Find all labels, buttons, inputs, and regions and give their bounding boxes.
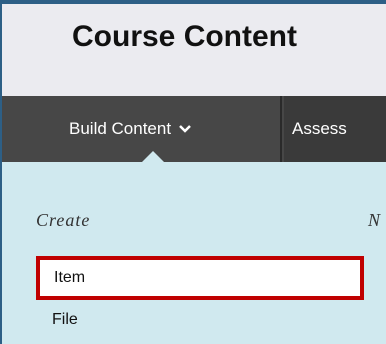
page-title: Course Content: [72, 20, 297, 53]
build-content-label: Build Content: [69, 119, 172, 138]
toolbar-divider: [280, 96, 282, 162]
menu-item-file[interactable]: File: [52, 311, 78, 329]
second-section-heading: N: [368, 210, 381, 230]
page-header: Course Content: [2, 4, 386, 96]
content-toolbar: Build Content Assess: [2, 96, 386, 162]
dropdown-pointer: [142, 151, 164, 162]
menu-item-item-label: Item: [54, 269, 86, 286]
assessments-label: Assess: [292, 119, 347, 138]
chevron-down-icon: [179, 125, 191, 133]
create-section-heading: Create: [36, 210, 91, 230]
assessments-menu-button[interactable]: Assess: [284, 96, 386, 162]
menu-item-item[interactable]: Item: [36, 256, 364, 300]
